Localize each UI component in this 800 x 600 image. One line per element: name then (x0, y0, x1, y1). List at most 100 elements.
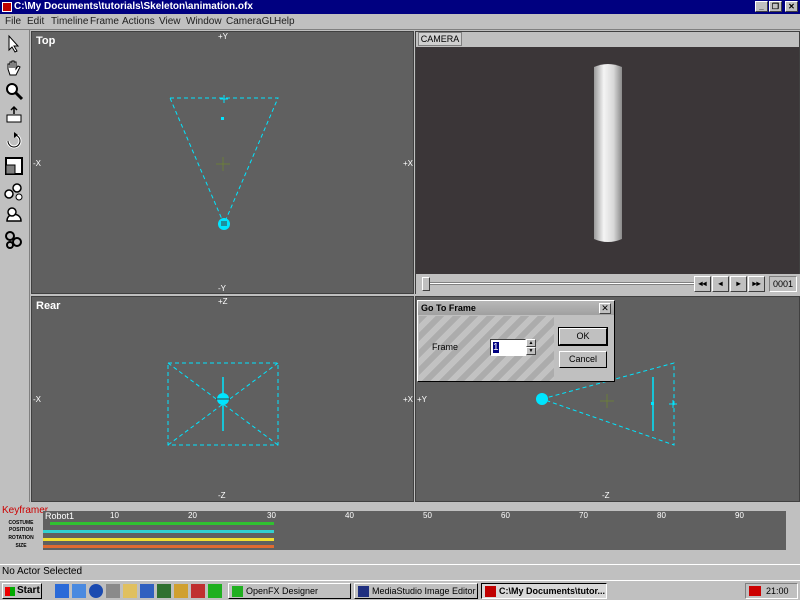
app-icon (2, 2, 12, 12)
camera-render (416, 47, 799, 274)
menu-actions[interactable]: Actions (122, 16, 155, 27)
task-label: OpenFX Designer (246, 586, 319, 596)
menu-file[interactable]: File (5, 16, 21, 27)
timeline-tick: 70 (579, 511, 588, 520)
spin-up-icon[interactable]: ▲ (526, 339, 536, 347)
pan-hand-icon[interactable] (3, 57, 25, 79)
axis-label: +X (403, 395, 414, 404)
row-label-costume: COSTUME (8, 520, 34, 526)
chain-icon[interactable] (3, 228, 25, 250)
cancel-button[interactable]: Cancel (559, 351, 607, 368)
size-track[interactable] (43, 545, 274, 548)
ok-button[interactable]: OK (558, 327, 608, 346)
path-icon[interactable] (3, 204, 25, 226)
window-title: C:\My Documents\tutorials\Skeleton\anima… (14, 1, 253, 12)
menu-frame[interactable]: Frame (90, 16, 119, 27)
skeleton-icon[interactable] (3, 180, 25, 202)
scale-icon[interactable] (3, 155, 25, 177)
row-label-size: SIZE (15, 543, 27, 549)
player-icon[interactable] (174, 584, 188, 598)
viewport-rear[interactable]: Rear +Z -Z -X +X (31, 296, 414, 502)
openfx-icon[interactable] (208, 584, 222, 598)
tool-icon[interactable] (157, 584, 171, 598)
dialog-title: Go To Frame (418, 301, 614, 315)
play-button[interactable]: ▸ (730, 276, 747, 292)
clock[interactable]: 21:00 (766, 586, 789, 596)
frame-input[interactable]: 1 (490, 339, 526, 356)
viewport-title: Rear (36, 300, 61, 312)
fast-forward-button[interactable]: ▸▸ (748, 276, 765, 292)
frame-label: Frame (432, 342, 459, 352)
actor-name[interactable]: Robot1 (45, 511, 74, 521)
timeline-tick: 60 (501, 511, 510, 520)
timeline-tick: 80 (657, 511, 666, 520)
frame-input-value[interactable]: 1 (493, 342, 499, 353)
task-openfx-designer[interactable]: OpenFX Designer (228, 583, 351, 599)
show-desktop-icon[interactable] (55, 584, 69, 598)
frame-spinner[interactable]: ▲ ▼ (526, 339, 536, 356)
costume-track[interactable] (50, 522, 274, 525)
menu-help[interactable]: Help (274, 16, 295, 27)
row-label-position: POSITION (9, 527, 33, 533)
toolbox (0, 30, 30, 502)
rear-view-wireframe (167, 362, 279, 446)
internet-explorer-icon[interactable] (89, 584, 103, 598)
close-button[interactable]: ✕ (785, 1, 798, 12)
start-button[interactable]: Start (2, 583, 42, 599)
rewind-button[interactable]: ◂◂ (694, 276, 711, 292)
position-track[interactable] (43, 530, 274, 533)
move-actor-icon[interactable] (3, 105, 25, 127)
task-mediastudio[interactable]: MediaStudio Image Editor (354, 583, 478, 599)
task-animation-file[interactable]: C:\My Documents\tutor... (481, 583, 607, 599)
disk-icon[interactable] (106, 584, 120, 598)
step-back-button[interactable]: ◂ (712, 276, 729, 292)
frame-slider-thumb[interactable] (422, 277, 430, 291)
timeline-tick: 30 (267, 511, 276, 520)
row-label-rotation: ROTATION (8, 535, 34, 541)
restore-button[interactable]: ❐ (769, 1, 782, 12)
menu-view[interactable]: View (159, 16, 181, 27)
viewport-top[interactable]: Top +Y -Y -X +X (31, 31, 414, 294)
keyframer-panel: Keyframer Robot1 10 20 30 40 50 60 70 80… (0, 503, 800, 553)
camera-tab[interactable]: CAMERA (418, 32, 462, 46)
timeline-tick: 20 (188, 511, 197, 520)
frame-counter: 0001 (769, 276, 797, 292)
dialog-close-button[interactable]: ✕ (599, 303, 611, 314)
axis-label: -Y (218, 284, 226, 293)
status-text: No Actor Selected (2, 566, 83, 577)
system-tray: 21:00 (745, 583, 798, 599)
openfx-designer-icon (232, 586, 243, 597)
task-label: C:\My Documents\tutor... (499, 586, 606, 596)
rotation-track[interactable] (43, 538, 274, 541)
timeline-tick: 10 (110, 511, 119, 520)
axis-label: -X (33, 159, 41, 168)
start-label: Start (17, 585, 40, 596)
frame-slider-track[interactable] (424, 282, 700, 285)
minimize-button[interactable]: _ (755, 1, 768, 12)
spin-down-icon[interactable]: ▼ (526, 347, 536, 355)
menu-edit[interactable]: Edit (27, 16, 44, 27)
keyframer-header: Robot1 10 20 30 40 50 60 70 80 90 (43, 511, 786, 521)
axis-label: +X (403, 159, 414, 168)
menu-timeline[interactable]: Timeline (51, 16, 88, 27)
browser-icon[interactable] (72, 584, 86, 598)
axis-label: -X (33, 395, 41, 404)
media-icon[interactable] (140, 584, 154, 598)
select-arrow-icon[interactable] (3, 33, 25, 55)
top-view-wireframe (169, 95, 279, 230)
timeline-tick: 40 (345, 511, 354, 520)
keyframer-scrollbar[interactable] (786, 517, 800, 553)
menu-window[interactable]: Window (186, 16, 222, 27)
openfx-file-icon (485, 586, 496, 597)
menu-cameragl[interactable]: CameraGL (226, 16, 275, 27)
axis-label: +Y (417, 395, 428, 404)
taskbar: Start OpenFX Designer MediaStudio Image … (0, 580, 800, 600)
keyframer-title: Keyframer (2, 505, 49, 516)
rotate-icon[interactable] (3, 130, 25, 152)
timeline-tick: 90 (735, 511, 744, 520)
zoom-magnifier-icon[interactable] (3, 80, 25, 102)
axis-label: -Z (218, 491, 226, 500)
fx-icon[interactable] (191, 584, 205, 598)
notepad-icon[interactable] (123, 584, 137, 598)
tray-app-icon[interactable] (749, 586, 761, 596)
